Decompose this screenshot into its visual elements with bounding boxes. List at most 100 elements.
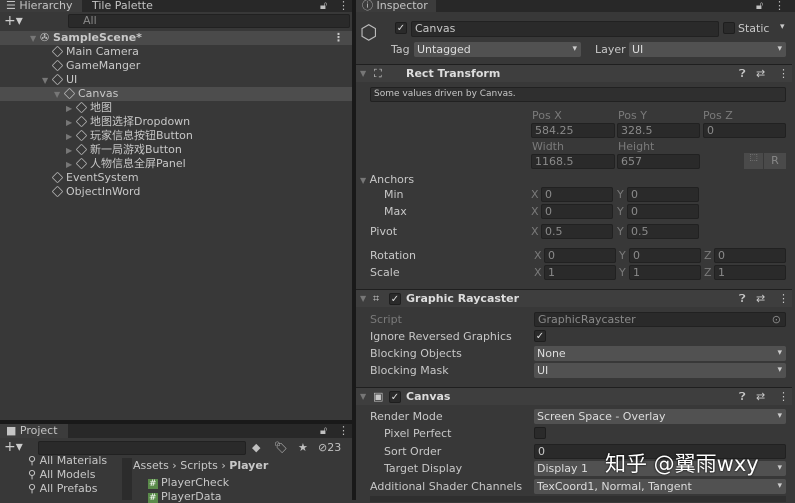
- expand-arrow[interactable]: ▼: [54, 88, 64, 102]
- more-icon[interactable]: ⋮: [338, 424, 349, 437]
- pivot-x-field[interactable]: 0.5: [541, 224, 613, 239]
- object-picker-icon[interactable]: ⊙: [772, 313, 781, 326]
- raw-edit-button[interactable]: R: [764, 153, 786, 169]
- scrollbar[interactable]: [122, 458, 132, 500]
- more-icon[interactable]: ⋮: [333, 31, 344, 45]
- hierarchy-item[interactable]: EventSystem: [0, 171, 352, 185]
- more-icon[interactable]: ⋮: [778, 65, 789, 83]
- label-filter-icon[interactable]: 🏷︎: [274, 441, 288, 454]
- rot-x-field[interactable]: 0: [544, 248, 616, 263]
- collapse-arrow[interactable]: ▼: [360, 290, 366, 308]
- anchors-foldout[interactable]: ▼ Anchors: [360, 173, 414, 186]
- hierarchy-item[interactable]: ▶ 地图: [0, 101, 352, 115]
- project-search-input[interactable]: [38, 441, 246, 455]
- presets-icon[interactable]: ⇄: [756, 65, 765, 83]
- scale-z-field[interactable]: 1: [714, 265, 786, 280]
- hierarchy-search-input[interactable]: All: [68, 14, 350, 28]
- script-file[interactable]: # PlayerData: [148, 490, 222, 503]
- hierarchy-item[interactable]: GameManger: [0, 59, 352, 73]
- help-icon[interactable]: ❓︎: [739, 388, 746, 406]
- shader-channels-dropdown[interactable]: TexCoord1, Normal, Tangent: [534, 479, 786, 494]
- help-icon[interactable]: ❓︎: [739, 65, 746, 83]
- breadcrumb-assets[interactable]: Assets: [133, 459, 169, 472]
- axis-x-label[interactable]: X: [534, 266, 542, 279]
- static-checkbox[interactable]: [723, 22, 735, 34]
- project-favorite-item[interactable]: ⚲ All Models: [28, 468, 95, 481]
- expand-arrow[interactable]: ▶: [66, 144, 76, 158]
- scale-y-field[interactable]: 1: [629, 265, 701, 280]
- axis-y-label[interactable]: Y: [617, 205, 624, 218]
- hierarchy-item[interactable]: ObjectInWord: [0, 185, 352, 199]
- render-mode-dropdown[interactable]: Screen Space - Overlay: [534, 409, 786, 424]
- tab-hierarchy[interactable]: ☰ Hierarchy: [0, 0, 82, 12]
- axis-y-label[interactable]: Y: [617, 188, 624, 201]
- scene-row[interactable]: ▼ ✇ SampleScene* ⋮: [0, 31, 352, 45]
- rot-z-field[interactable]: 0: [714, 248, 786, 263]
- posx-field[interactable]: 584.25: [531, 123, 615, 138]
- axis-x-label[interactable]: X: [534, 249, 542, 262]
- project-favorite-item[interactable]: ⚲ All Materials: [28, 454, 107, 467]
- width-field[interactable]: 1168.5: [531, 154, 615, 169]
- collapse-arrow[interactable]: ▼: [360, 65, 366, 83]
- min-y-field[interactable]: 0: [627, 187, 699, 202]
- lock-icon[interactable]: 🔓︎: [320, 424, 327, 438]
- axis-x-label[interactable]: X: [531, 188, 539, 201]
- blocking-mask-dropdown[interactable]: UI: [534, 363, 786, 378]
- axis-x-label[interactable]: X: [531, 225, 539, 238]
- breadcrumb-scripts[interactable]: Scripts: [180, 459, 218, 472]
- expand-arrow[interactable]: ▶: [66, 116, 76, 130]
- expand-arrow[interactable]: ▶: [66, 130, 76, 144]
- graphic-raycaster-header[interactable]: ▼ ⌗ ✓ Graphic Raycaster ❓︎ ⇄ ⋮: [356, 289, 792, 307]
- hierarchy-item[interactable]: ▼ Canvas: [0, 87, 352, 101]
- expand-arrow[interactable]: ▶: [66, 102, 76, 116]
- breadcrumb-player[interactable]: Player: [229, 459, 268, 472]
- tag-dropdown[interactable]: Untagged: [414, 42, 581, 57]
- hierarchy-item[interactable]: ▶ 人物信息全屏Panel: [0, 157, 352, 171]
- script-file[interactable]: # PlayerCheck: [148, 476, 229, 489]
- hidden-packages-icon[interactable]: ⊘23: [318, 441, 341, 454]
- static-dropdown-arrow[interactable]: ▾: [780, 22, 785, 32]
- hierarchy-item[interactable]: ▶ 新一局游戏Button: [0, 143, 352, 157]
- canvas-header[interactable]: ▼ ▣ ✓ Canvas ❓︎ ⇄ ⋮: [356, 387, 792, 405]
- canvas-enabled-checkbox[interactable]: ✓: [389, 391, 401, 403]
- axis-z-label[interactable]: Z: [704, 249, 712, 262]
- more-icon[interactable]: ⋮: [778, 290, 789, 308]
- active-checkbox[interactable]: ✓: [395, 22, 407, 34]
- rot-y-field[interactable]: 0: [629, 248, 701, 263]
- min-x-field[interactable]: 0: [541, 187, 613, 202]
- more-icon[interactable]: ⋮: [338, 0, 349, 12]
- expand-arrow[interactable]: ▼: [30, 32, 40, 46]
- posy-field[interactable]: 328.5: [617, 123, 700, 138]
- hierarchy-item[interactable]: ▶ 地图选择Dropdown: [0, 115, 352, 129]
- axis-y-label[interactable]: Y: [619, 266, 626, 279]
- max-y-field[interactable]: 0: [627, 204, 699, 219]
- tab-inspector[interactable]: ⓘ Inspector: [356, 0, 436, 12]
- gameobject-cube-icon[interactable]: ⬡: [360, 20, 377, 44]
- more-icon[interactable]: ⋮: [774, 0, 785, 12]
- scale-x-field[interactable]: 1: [544, 265, 616, 280]
- layer-dropdown[interactable]: UI: [629, 42, 786, 57]
- axis-x-label[interactable]: X: [531, 205, 539, 218]
- hierarchy-item[interactable]: ▼ UI: [0, 73, 352, 87]
- pixel-perfect-checkbox[interactable]: [534, 427, 546, 439]
- help-icon[interactable]: ❓︎: [739, 290, 746, 308]
- pivot-y-field[interactable]: 0.5: [627, 224, 699, 239]
- tab-project[interactable]: ■ Project: [0, 424, 68, 438]
- posz-field[interactable]: 0: [703, 123, 786, 138]
- rect-transform-header[interactable]: ▼ ⛶ Rect Transform ❓︎ ⇄ ⋮: [356, 64, 792, 82]
- create-button[interactable]: +▾: [4, 439, 23, 455]
- expand-arrow[interactable]: ▶: [66, 158, 76, 172]
- add-button[interactable]: +▾: [4, 13, 23, 29]
- hierarchy-item[interactable]: ▶ 玩家信息按钮Button: [0, 129, 352, 143]
- max-x-field[interactable]: 0: [541, 204, 613, 219]
- more-icon[interactable]: ⋮: [778, 388, 789, 406]
- presets-icon[interactable]: ⇄: [756, 290, 765, 308]
- lock-icon[interactable]: 🔓︎: [756, 0, 763, 13]
- project-favorite-item[interactable]: ⚲ All Prefabs: [28, 482, 98, 495]
- axis-z-label[interactable]: Z: [704, 266, 712, 279]
- collapse-arrow[interactable]: ▼: [360, 388, 366, 406]
- presets-icon[interactable]: ⇄: [756, 388, 765, 406]
- name-input[interactable]: Canvas: [411, 21, 719, 37]
- script-field[interactable]: GraphicRaycaster ⊙: [534, 312, 786, 327]
- blocking-objects-dropdown[interactable]: None: [534, 346, 786, 361]
